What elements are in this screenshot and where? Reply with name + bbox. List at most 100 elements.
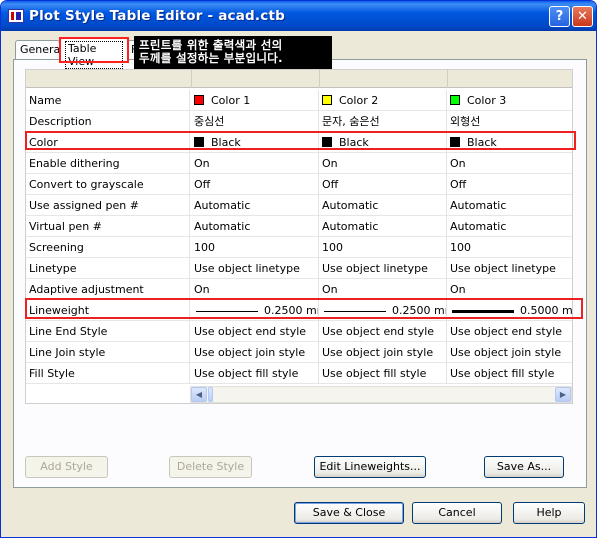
screening-cell-3[interactable]: 100	[447, 237, 572, 258]
grid-header-divider	[319, 70, 320, 88]
window-title: Plot Style Table Editor - acad.ctb	[29, 8, 285, 24]
delete-style-label: Delete Style	[176, 460, 245, 473]
grid-row-line-end-style: Line End Style Use object end style Use …	[26, 321, 572, 342]
lineweight-row-highlight	[25, 298, 583, 319]
dithering-cell-2[interactable]: On	[319, 153, 447, 174]
color-swatch-red	[194, 95, 204, 105]
plot-style-grid[interactable]: Name Color 1 Color 2 Color 3 Description…	[25, 69, 573, 404]
name-value: Color 2	[339, 94, 379, 107]
grid-header-divider	[191, 70, 192, 88]
description-cell-1[interactable]: 중심선	[191, 111, 319, 132]
row-label: Description	[26, 111, 190, 132]
join-style-cell-3[interactable]: Use object join style	[447, 342, 572, 363]
cancel-button[interactable]: Cancel	[412, 502, 502, 524]
grid-row-name: Name Color 1 Color 2 Color 3	[26, 90, 572, 111]
assigned-pen-cell-3[interactable]: Automatic	[447, 195, 572, 216]
grid-row-linetype: Linetype Use object linetype Use object …	[26, 258, 572, 279]
screening-cell-2[interactable]: 100	[319, 237, 447, 258]
row-label: Line Join style	[26, 342, 190, 363]
row-label: Fill Style	[26, 363, 190, 384]
end-style-cell-3[interactable]: Use object end style	[447, 321, 572, 342]
row-label: Use assigned pen #	[26, 195, 190, 216]
scroll-thumb[interactable]	[208, 387, 213, 402]
title-close-button[interactable]: ✕	[572, 6, 593, 27]
virtual-pen-cell-2[interactable]: Automatic	[319, 216, 447, 237]
add-style-label: Add Style	[40, 460, 93, 473]
grid-row-virtual-pen: Virtual pen # Automatic Automatic Automa…	[26, 216, 572, 237]
grid-row-grayscale: Convert to grayscale Off Off Off	[26, 174, 572, 195]
assigned-pen-cell-1[interactable]: Automatic	[191, 195, 319, 216]
row-label: Screening	[26, 237, 190, 258]
help-button[interactable]: Help	[513, 502, 585, 524]
row-label: Line End Style	[26, 321, 190, 342]
join-style-cell-1[interactable]: Use object join style	[191, 342, 319, 363]
app-icon	[8, 9, 24, 23]
adaptive-cell-2[interactable]: On	[319, 279, 447, 300]
delete-style-button[interactable]: Delete Style	[169, 456, 252, 478]
adaptive-cell-1[interactable]: On	[191, 279, 319, 300]
edit-lineweights-label: Edit Lineweights...	[319, 460, 421, 473]
screening-cell-1[interactable]: 100	[191, 237, 319, 258]
grid-row-line-join-style: Line Join style Use object join style Us…	[26, 342, 572, 363]
adaptive-cell-3[interactable]: On	[447, 279, 572, 300]
virtual-pen-cell-1[interactable]: Automatic	[191, 216, 319, 237]
title-bar[interactable]: Plot Style Table Editor - acad.ctb ? ✕	[1, 1, 596, 31]
end-style-cell-2[interactable]: Use object end style	[319, 321, 447, 342]
row-label: Linetype	[26, 258, 190, 279]
title-help-button[interactable]: ?	[549, 6, 570, 27]
plot-style-table-editor-window: Plot Style Table Editor - acad.ctb ? ✕ G…	[0, 0, 597, 538]
name-value: Color 3	[467, 94, 507, 107]
save-as-button[interactable]: Save As...	[484, 456, 564, 478]
row-label: Convert to grayscale	[26, 174, 190, 195]
help-label: Help	[536, 506, 562, 519]
grid-header-divider	[447, 70, 448, 88]
grayscale-cell-2[interactable]: Off	[319, 174, 447, 195]
description-cell-3[interactable]: 외형선	[447, 111, 572, 132]
grid-row-adaptive-adjustment: Adaptive adjustment On On On	[26, 279, 572, 300]
grid-row-screening: Screening 100 100 100	[26, 237, 572, 258]
table-view-tab-highlight	[59, 37, 129, 63]
edit-lineweights-button[interactable]: Edit Lineweights...	[314, 456, 426, 478]
name-cell-2[interactable]: Color 2	[319, 90, 447, 111]
add-style-button[interactable]: Add Style	[25, 456, 108, 478]
grid-row-description: Description 중심선 문자, 숨은선 외형선	[26, 111, 572, 132]
name-cell-1[interactable]: Color 1	[191, 90, 319, 111]
save-and-close-button[interactable]: Save & Close	[294, 502, 404, 524]
scroll-right-arrow-icon[interactable]: ▶	[555, 387, 571, 402]
cancel-label: Cancel	[438, 506, 476, 519]
name-cell-3[interactable]: Color 3	[447, 90, 572, 111]
row-label: Virtual pen #	[26, 216, 190, 237]
annotation-line-1: 프린트를 위한 출력색과 선의	[139, 38, 283, 52]
dithering-cell-1[interactable]: On	[191, 153, 319, 174]
grid-row-fill-style: Fill Style Use object fill style Use obj…	[26, 363, 572, 384]
color-swatch-yellow	[322, 95, 332, 105]
grid-header	[26, 70, 572, 88]
fill-style-cell-3[interactable]: Use object fill style	[447, 363, 572, 384]
linetype-cell-3[interactable]: Use object linetype	[447, 258, 572, 279]
row-label: Enable dithering	[26, 153, 190, 174]
row-label: Name	[26, 90, 190, 111]
row-label: Adaptive adjustment	[26, 279, 190, 300]
end-style-cell-1[interactable]: Use object end style	[191, 321, 319, 342]
save-and-close-label: Save & Close	[312, 506, 386, 519]
horizontal-scrollbar[interactable]: ◀ ▶	[190, 386, 572, 403]
grayscale-cell-1[interactable]: Off	[191, 174, 319, 195]
description-cell-2[interactable]: 문자, 숨은선	[319, 111, 447, 132]
fill-style-cell-1[interactable]: Use object fill style	[191, 363, 319, 384]
color-swatch-green	[450, 95, 460, 105]
dithering-cell-3[interactable]: On	[447, 153, 572, 174]
annotation-line-2: 두께를 설정하는 부분입니다.	[139, 51, 283, 65]
grayscale-cell-3[interactable]: Off	[447, 174, 572, 195]
tab-general-label: General	[20, 43, 64, 56]
fill-style-cell-2[interactable]: Use object fill style	[319, 363, 447, 384]
scroll-left-arrow-icon[interactable]: ◀	[191, 387, 207, 402]
assigned-pen-cell-2[interactable]: Automatic	[319, 195, 447, 216]
linetype-cell-1[interactable]: Use object linetype	[191, 258, 319, 279]
linetype-cell-2[interactable]: Use object linetype	[319, 258, 447, 279]
annotation-callout: 프린트를 위한 출력색과 선의 두께를 설정하는 부분입니다.	[134, 36, 332, 69]
virtual-pen-cell-3[interactable]: Automatic	[447, 216, 572, 237]
join-style-cell-2[interactable]: Use object join style	[319, 342, 447, 363]
grid-row-enable-dithering: Enable dithering On On On	[26, 153, 572, 174]
color-row-highlight	[25, 131, 576, 150]
tab-general[interactable]: General	[15, 40, 64, 59]
